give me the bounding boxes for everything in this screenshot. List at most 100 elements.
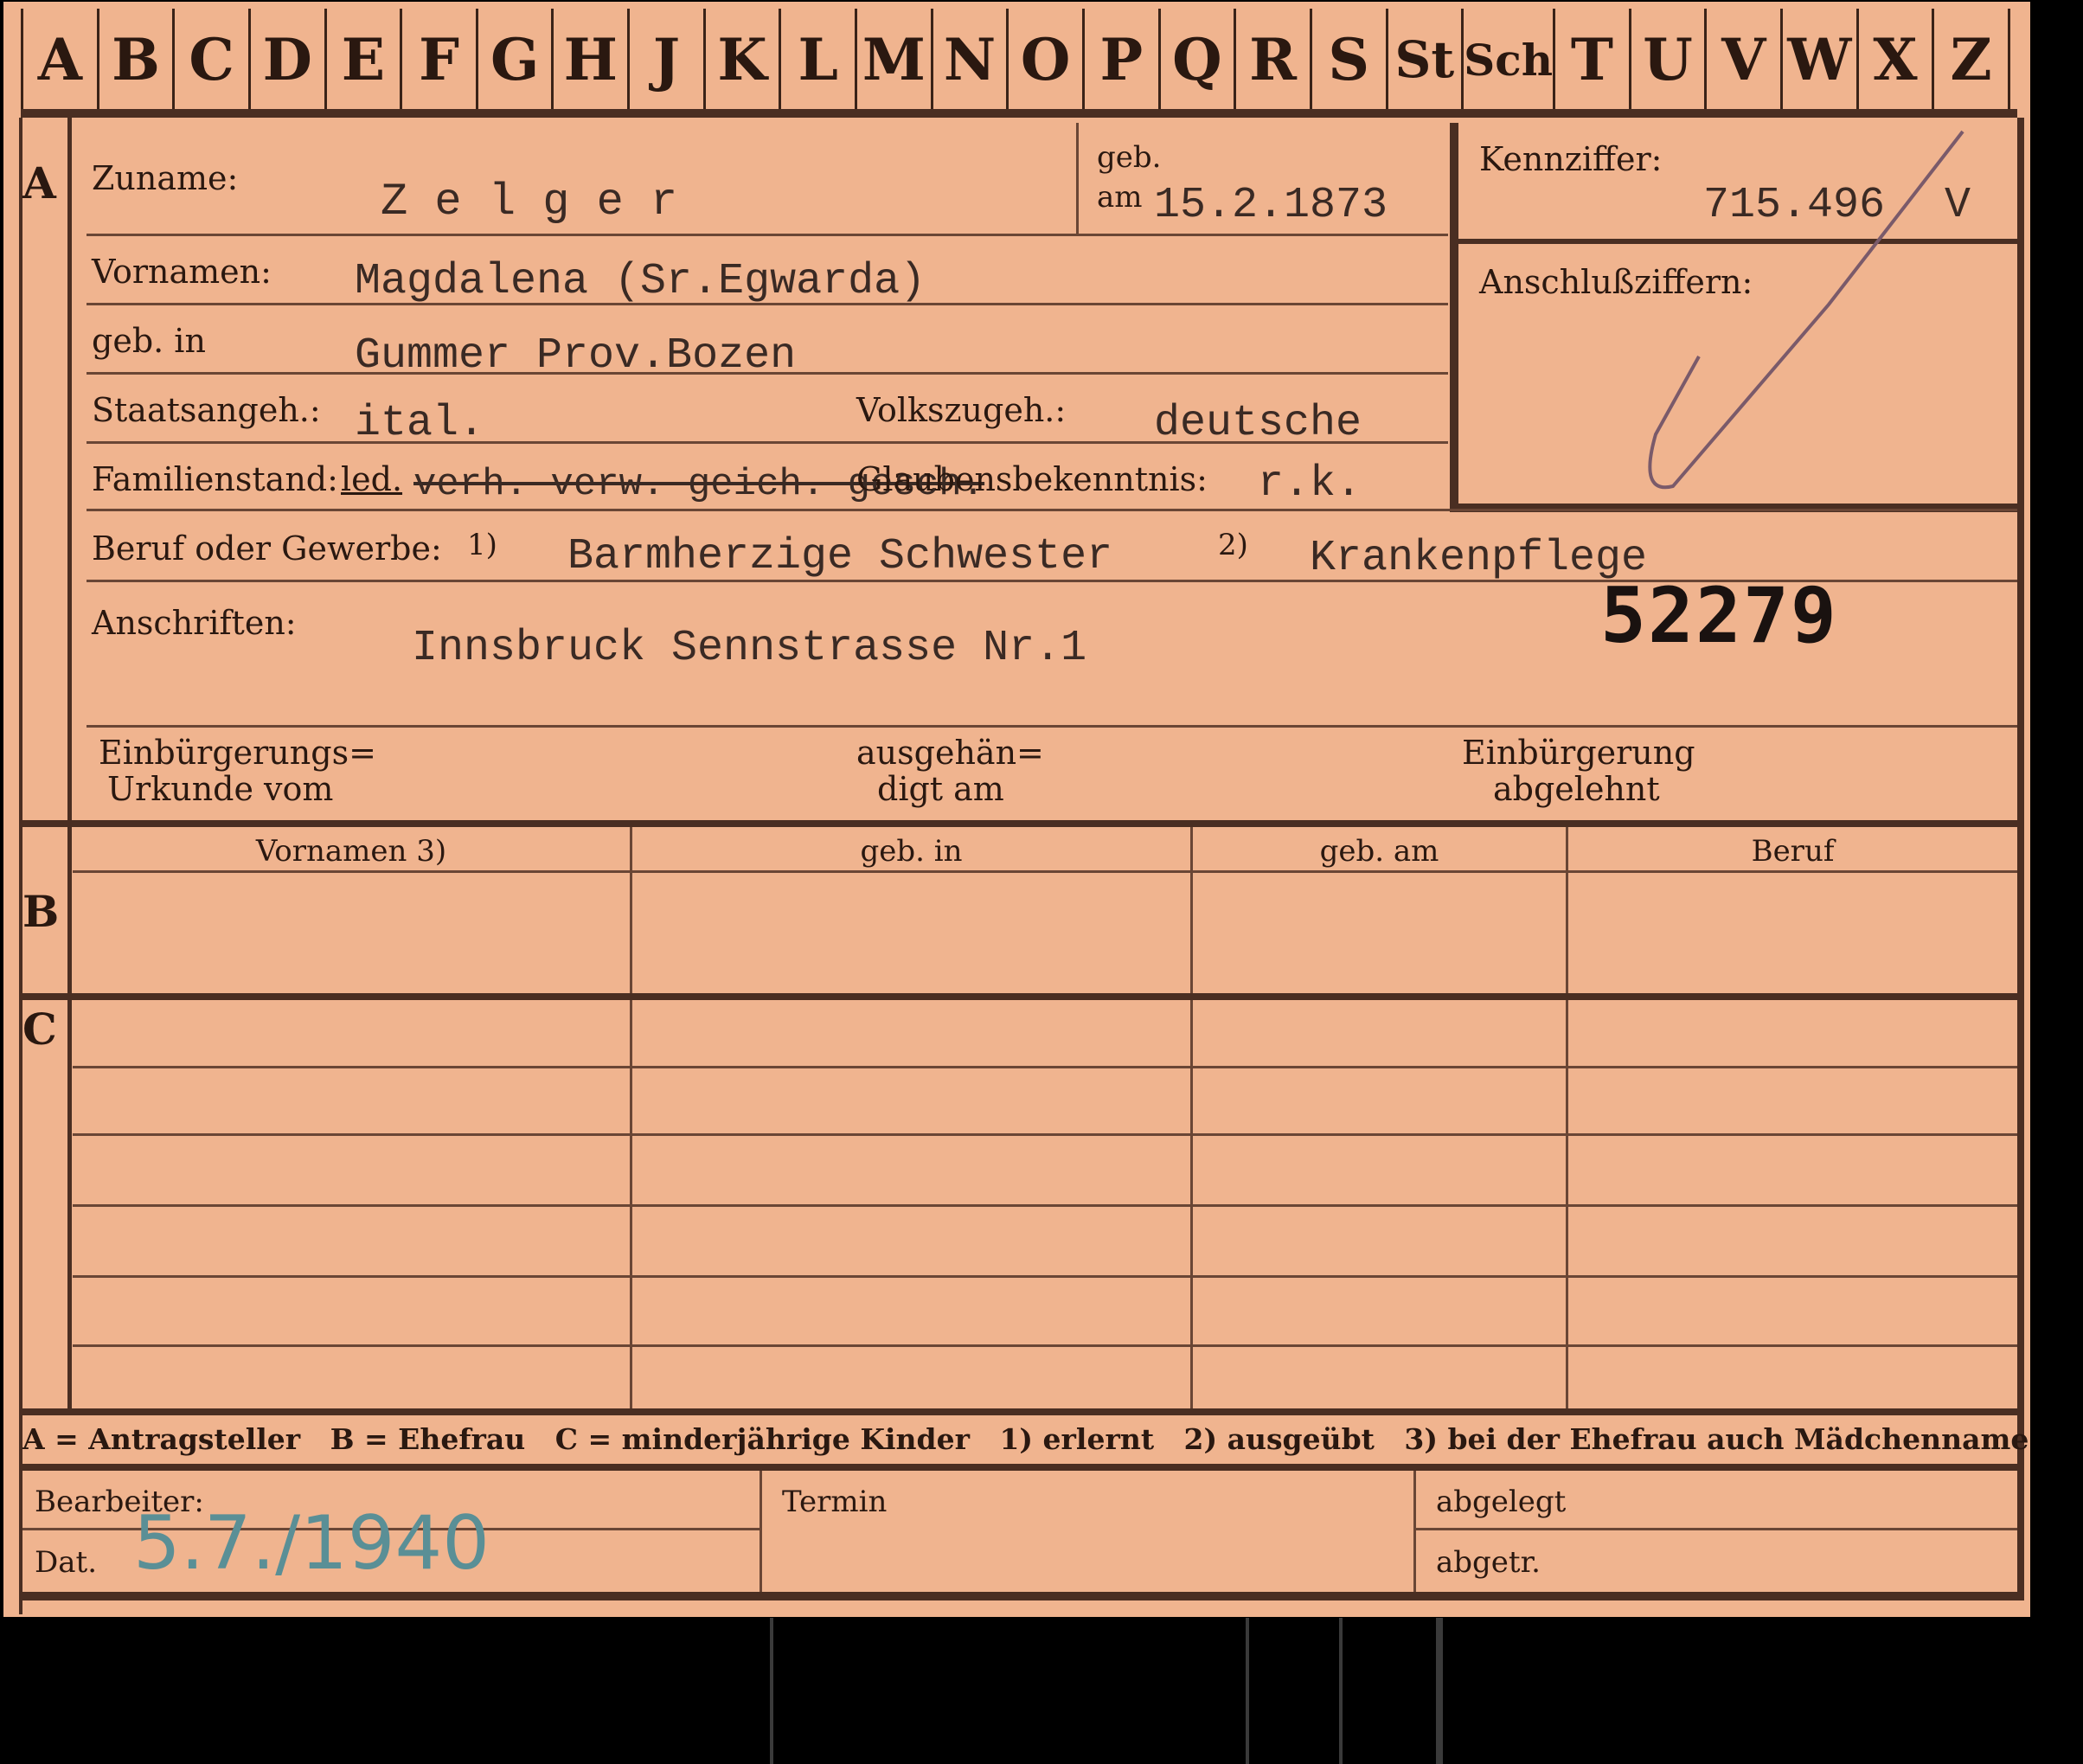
row-divider xyxy=(87,509,2017,511)
alphabet-tab-j: J xyxy=(627,9,703,111)
section-b-top-border xyxy=(19,820,2024,827)
marital-value: led. xyxy=(341,460,403,498)
left-border xyxy=(19,118,22,1614)
column-divider xyxy=(1190,827,1193,1408)
stamp-number: 52279 xyxy=(1600,571,1838,660)
scan-artifact xyxy=(1436,1618,1443,1764)
alphabet-tab-e: E xyxy=(324,9,401,111)
firstnames-label: Vornamen: xyxy=(92,253,272,291)
footer-divider xyxy=(1413,1471,1416,1592)
born-label-1: geb. xyxy=(1097,140,1162,175)
occupation-label: Beruf oder Gewerbe: xyxy=(92,529,442,568)
date-label: Dat. xyxy=(35,1545,98,1580)
right-border xyxy=(2017,118,2024,1593)
surname-value: Z e l g e r xyxy=(381,176,678,228)
alphabet-tab-d: D xyxy=(247,9,324,111)
issued-label-1: ausgehän= xyxy=(856,734,1044,772)
alphabet-tab-h: H xyxy=(551,9,627,111)
rejected-label-2: abgelehnt xyxy=(1493,770,1660,808)
citizenship-label: Staatsangeh.: xyxy=(92,391,321,429)
alphabet-tab-g: G xyxy=(475,9,552,111)
column-divider xyxy=(1566,827,1568,1408)
footer-divider xyxy=(759,1471,762,1592)
occupation-learned-value: Barmherzige Schwester xyxy=(567,532,1113,581)
ethnicity-value: deutsche xyxy=(1154,399,1362,448)
alphabet-tab-p: P xyxy=(1081,9,1158,111)
footer-top-border xyxy=(19,1464,2024,1471)
certificate-label-2: Urkunde vom xyxy=(107,770,334,808)
alphabet-tab-r: R xyxy=(1234,9,1310,111)
address-value: Innsbruck Sennstrasse Nr.1 xyxy=(412,624,1087,673)
table-row xyxy=(73,1133,2017,1136)
rejected-label-1: Einbürgerung xyxy=(1462,734,1695,772)
alphabet-tab-n: N xyxy=(930,9,1007,111)
table-row xyxy=(73,1066,2017,1068)
religion-value: r.k. xyxy=(1258,459,1362,509)
top-divider xyxy=(21,109,2017,118)
alphabet-tab-sch: Sch xyxy=(1461,9,1553,111)
alphabet-tab-q: Q xyxy=(1157,9,1234,111)
birthdate-divider xyxy=(1076,123,1079,235)
alphabet-tab-o: O xyxy=(1006,9,1082,111)
ethnicity-label: Volkszugeh.: xyxy=(856,391,1067,429)
header-birthdate: geb. am xyxy=(1319,834,1439,869)
row-divider xyxy=(87,725,2017,728)
alphabet-tab-s: S xyxy=(1309,9,1386,111)
checkmark-icon xyxy=(1648,130,1964,490)
scan-artifact xyxy=(770,1618,773,1764)
id-box-left-border xyxy=(1450,123,1458,512)
alphabet-tab-t: T xyxy=(1553,9,1629,111)
citizenship-value: ital. xyxy=(355,399,485,448)
column-divider xyxy=(630,827,632,1408)
marital-label: Familienstand: xyxy=(92,460,338,498)
religion-label: Glaubensbekenntnis: xyxy=(856,460,1208,498)
header-occupation: Beruf xyxy=(1751,834,1835,869)
header-birthplace: geb. in xyxy=(860,834,963,869)
section-gutter-line xyxy=(67,118,72,1411)
row-divider xyxy=(87,234,1448,236)
footer-row-divider xyxy=(1416,1528,2017,1530)
scan-artifact xyxy=(1339,1618,1343,1764)
firstnames-value: Magdalena (Sr.Egwarda) xyxy=(355,257,926,306)
certificate-label-1: Einbürgerungs= xyxy=(99,734,376,772)
alphabet-tab-v: V xyxy=(1704,9,1780,111)
issued-label-2: digt am xyxy=(877,770,1004,808)
scan-artifact xyxy=(1246,1618,1249,1764)
alphabet-tab-row: A B C D E F G H J K L M N O P Q R S St Sch T U V W X Z xyxy=(21,9,2010,111)
footnote-2-marker: 2) xyxy=(1218,528,1248,562)
table-row xyxy=(73,1275,2017,1278)
section-c-top-border xyxy=(19,993,2024,1000)
alphabet-tab-l: L xyxy=(779,9,855,111)
birth-date-value: 15.2.1873 xyxy=(1154,181,1388,230)
section-b-label: B xyxy=(22,886,60,937)
surname-label: Zuname: xyxy=(92,159,239,197)
alphabet-tab-c: C xyxy=(172,9,248,111)
header-firstnames: Vornamen 3) xyxy=(255,834,447,869)
alphabet-tab-u: U xyxy=(1628,9,1705,111)
alphabet-tab-w: W xyxy=(1780,9,1856,111)
abgetr-label: abgetr. xyxy=(1436,1545,1541,1580)
table-header-divider xyxy=(73,870,2017,873)
deadline-label: Termin xyxy=(782,1485,888,1519)
filed-label: abgelegt xyxy=(1436,1485,1567,1519)
born-label-2: am xyxy=(1097,180,1143,215)
birthplace-value: Gummer Prov.Bozen xyxy=(355,331,797,381)
table-row xyxy=(73,1204,2017,1207)
alphabet-tab-k: K xyxy=(702,9,779,111)
section-a-label: A xyxy=(22,157,56,208)
alphabet-tab-x: X xyxy=(1855,9,1932,111)
table-row xyxy=(73,1344,2017,1347)
card-bottom-border xyxy=(19,1592,2024,1600)
footnote-1-marker: 1) xyxy=(467,528,497,562)
alphabet-tab-f: F xyxy=(400,9,476,111)
legend-top-border xyxy=(19,1408,2024,1415)
occupation-practiced-value: Krankenpflege xyxy=(1310,534,1648,583)
registration-card: A B C D E F G H J K L M N O P Q R S St Sch T U V W X Z A B C Kenn… xyxy=(3,2,2030,1617)
alphabet-tab-b: B xyxy=(96,9,173,111)
section-c-label: C xyxy=(22,1004,57,1055)
alphabet-tab-st: St xyxy=(1385,9,1462,111)
alphabet-tab-m: M xyxy=(855,9,931,111)
address-label: Anschriften: xyxy=(92,604,297,642)
alphabet-tab-z: Z xyxy=(1932,9,2010,111)
scan-background xyxy=(0,1618,2083,1764)
